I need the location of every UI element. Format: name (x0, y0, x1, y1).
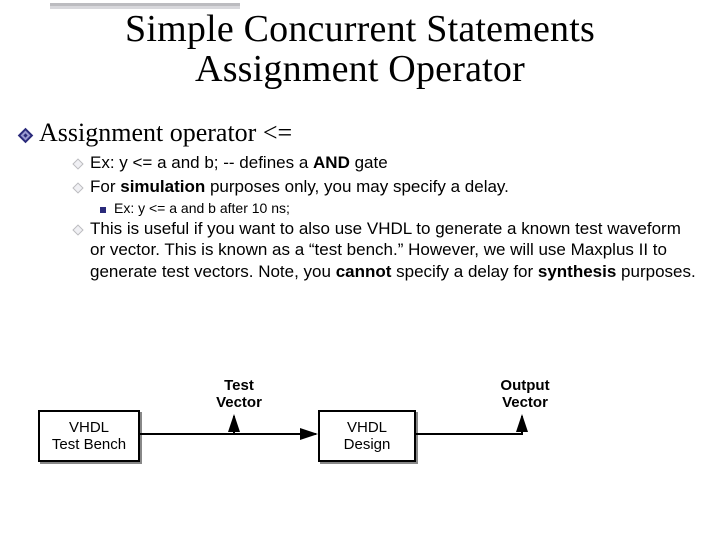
title-line1: Simple Concurrent Statements (125, 8, 595, 50)
square-icon (100, 207, 106, 213)
bullet-simulation: For simulation purposes only, you may sp… (74, 176, 700, 198)
sub-diamond-icon (72, 224, 83, 235)
t: Ex: y <= a and b; -- defines a (90, 153, 313, 172)
bullet-testbench-text: This is useful if you want to also use V… (90, 218, 700, 283)
t: gate (350, 153, 388, 172)
diamond-icon (20, 130, 31, 141)
sub-diamond-icon (72, 158, 83, 169)
t-bold: synthesis (538, 262, 616, 281)
bullet-delay-example: Ex: y <= a and b after 10 ns; (100, 200, 700, 216)
t-bold: cannot (336, 262, 392, 281)
t-bold: simulation (120, 177, 205, 196)
title-rule (50, 3, 240, 6)
arrows-svg (38, 378, 618, 498)
t: For (90, 177, 120, 196)
t-bold: AND (313, 153, 350, 172)
bullet-simulation-text: For simulation purposes only, you may sp… (90, 176, 700, 198)
slide: Simple Concurrent Statements Assignment … (0, 0, 720, 540)
bullet-ex-and: Ex: y <= a and b; -- defines a AND gate (74, 152, 700, 174)
slide-title: Simple Concurrent Statements Assignment … (0, 0, 720, 90)
sub-diamond-icon (72, 182, 83, 193)
lvl1-text: Assignment operator <= (39, 118, 292, 148)
t: purposes only, you may specify a delay. (205, 177, 509, 196)
bullet-ex-and-text: Ex: y <= a and b; -- defines a AND gate (90, 152, 700, 174)
t: specify a delay for (391, 262, 537, 281)
title-line2: Assignment Operator (195, 48, 525, 90)
bullet-level1: Assignment operator <= (20, 118, 700, 148)
content-area: Assignment operator <= Ex: y <= a and b;… (20, 118, 700, 285)
block-diagram: VHDL Test Bench Test Vector VHDL Design … (38, 378, 618, 498)
sub-bullets: Ex: y <= a and b; -- defines a AND gate … (74, 152, 700, 283)
bullet-testbench: This is useful if you want to also use V… (74, 218, 700, 283)
t: purposes. (616, 262, 695, 281)
bullet-delay-text: Ex: y <= a and b after 10 ns; (114, 200, 700, 216)
